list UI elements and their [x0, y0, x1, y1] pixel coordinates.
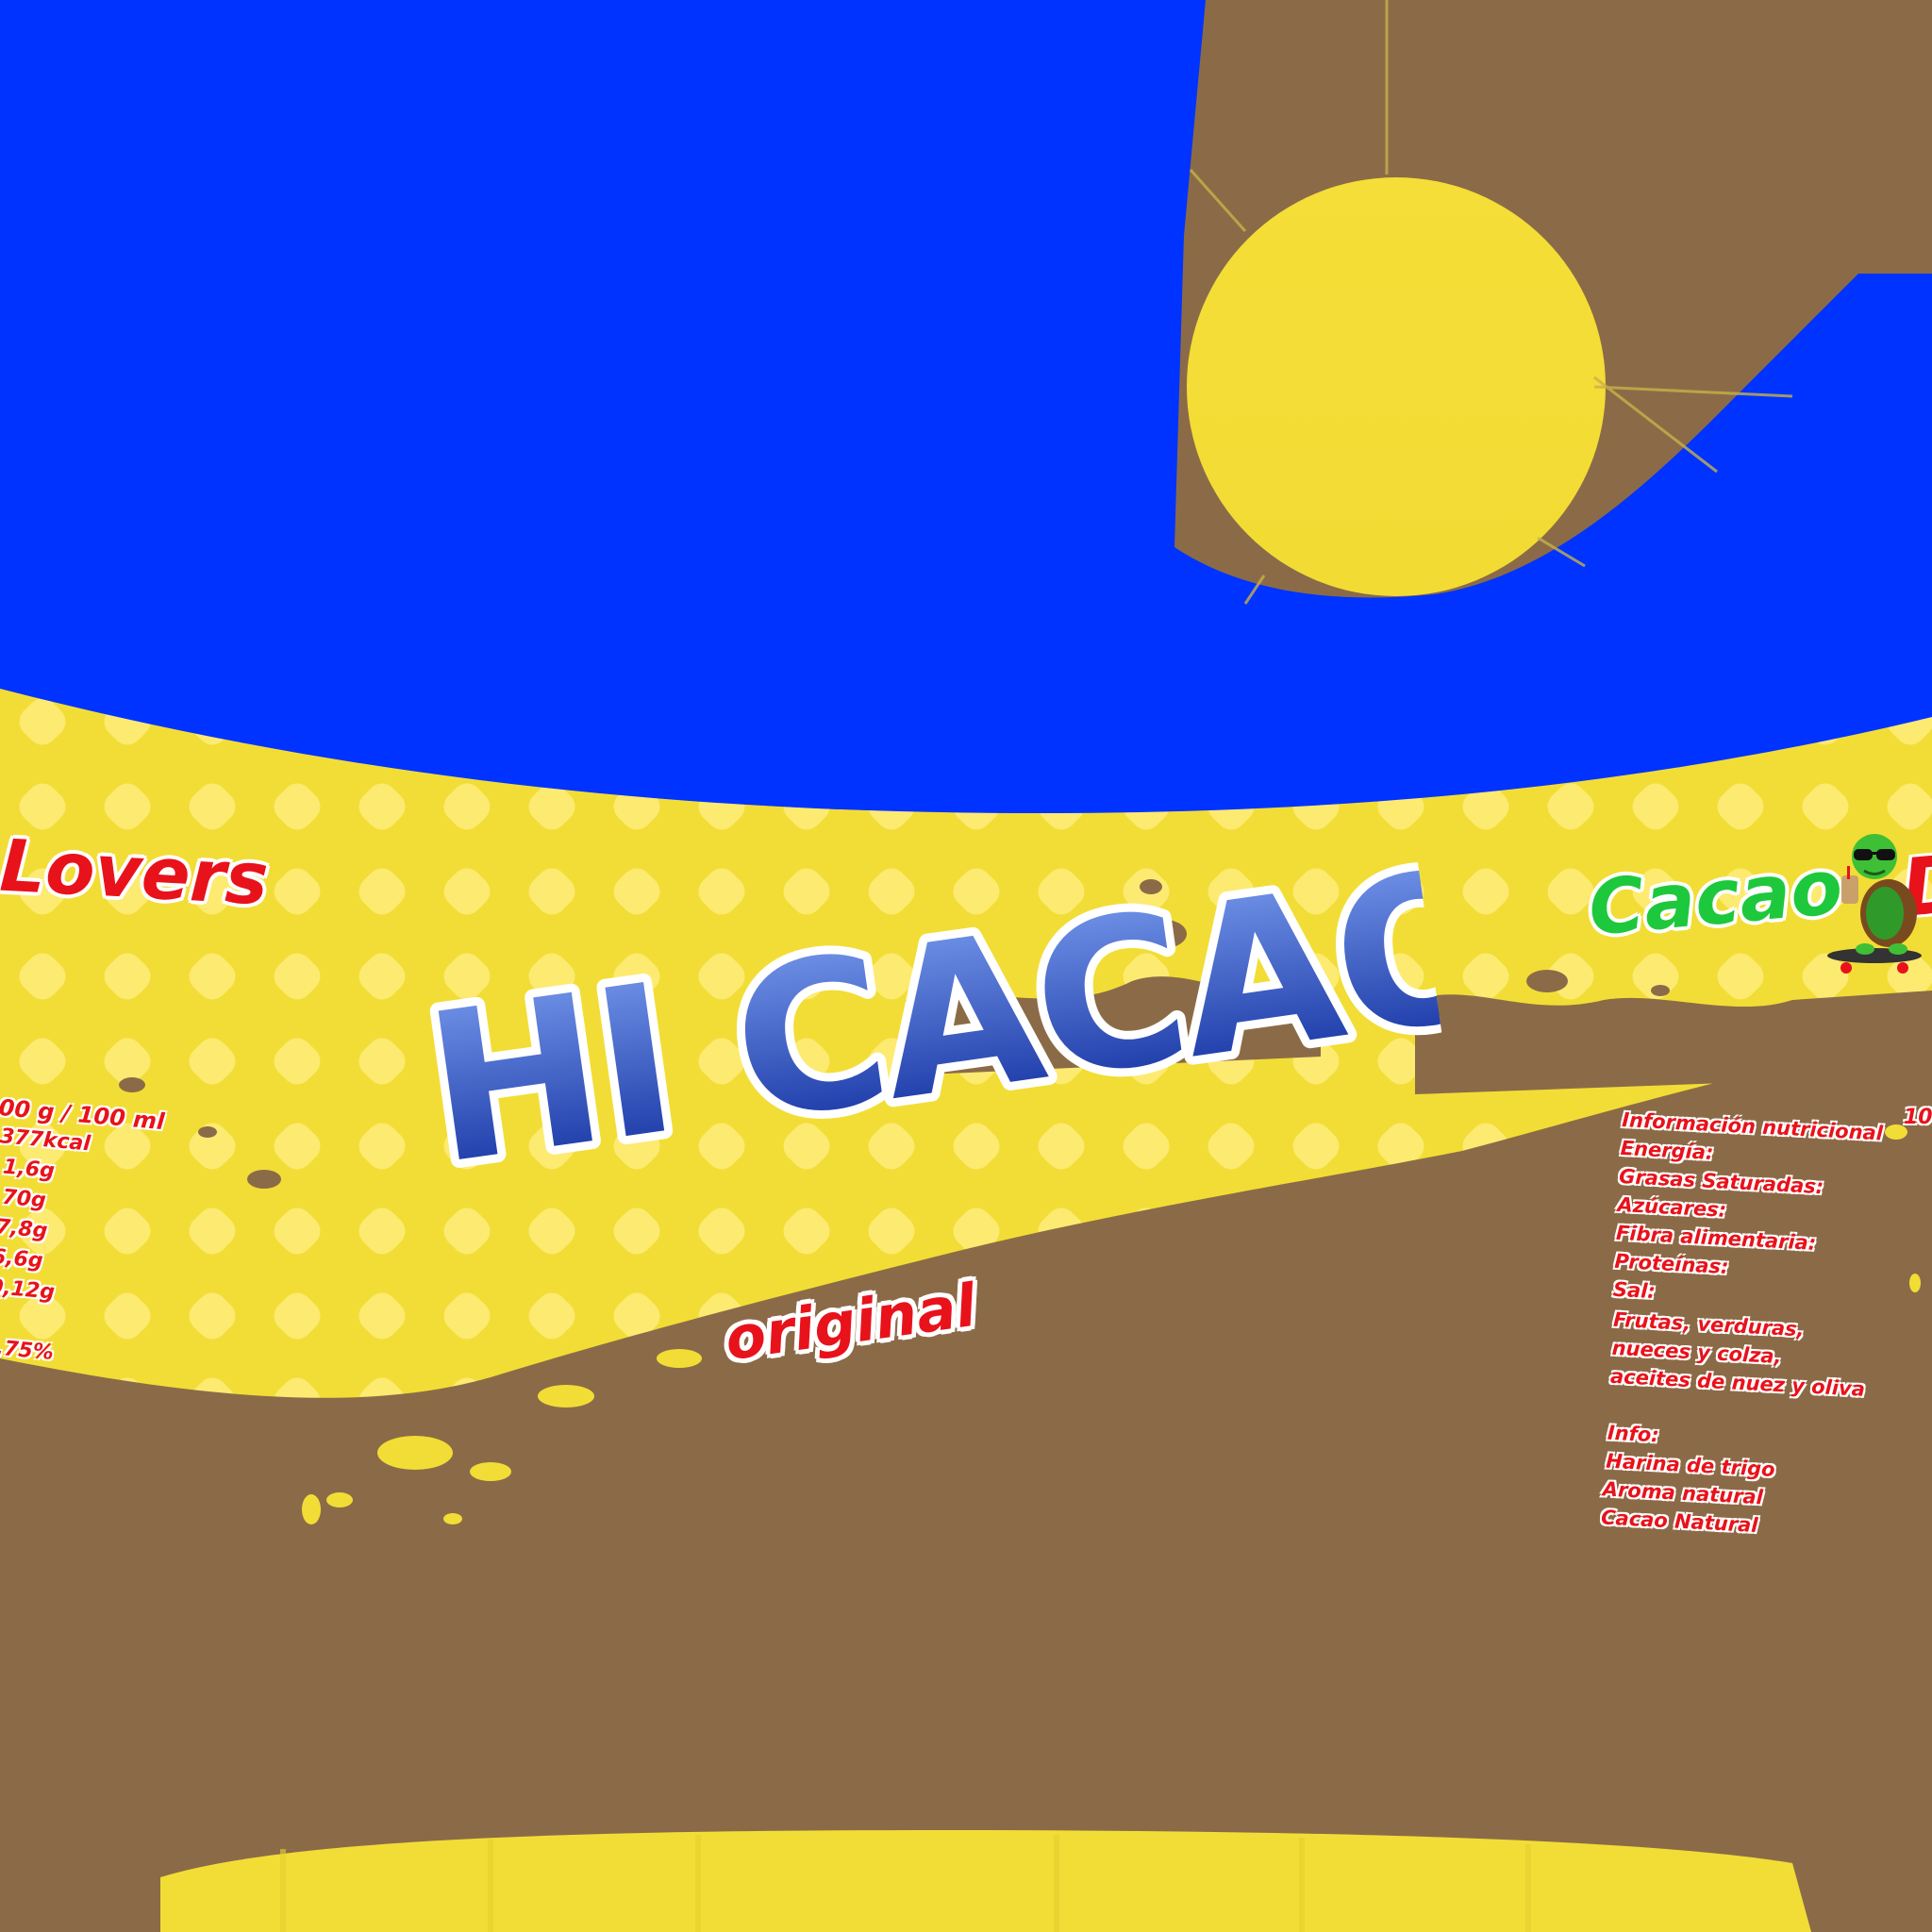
nutrition-line: Energía:	[1620, 1136, 1714, 1165]
brand-fragment-left: Lovers	[0, 823, 271, 922]
turtle-skateboard-icon	[1827, 834, 1922, 974]
nutrition-value: 1,6g	[2, 1155, 56, 1184]
nutrition-value: 70g	[1, 1185, 47, 1213]
nutrition-line: Info:	[1607, 1421, 1660, 1447]
nutrition-value: 7,8g	[0, 1215, 49, 1243]
nutrition-edge-fragment: 10	[1904, 1106, 1932, 1129]
bottom-yellow-strip	[160, 1830, 1811, 1932]
nutrition-line: Sal:	[1612, 1277, 1657, 1304]
nutrition-value: 6,6g	[0, 1244, 44, 1274]
sun-circle	[1187, 177, 1606, 596]
nutrition-value: 0,12g	[0, 1274, 57, 1305]
